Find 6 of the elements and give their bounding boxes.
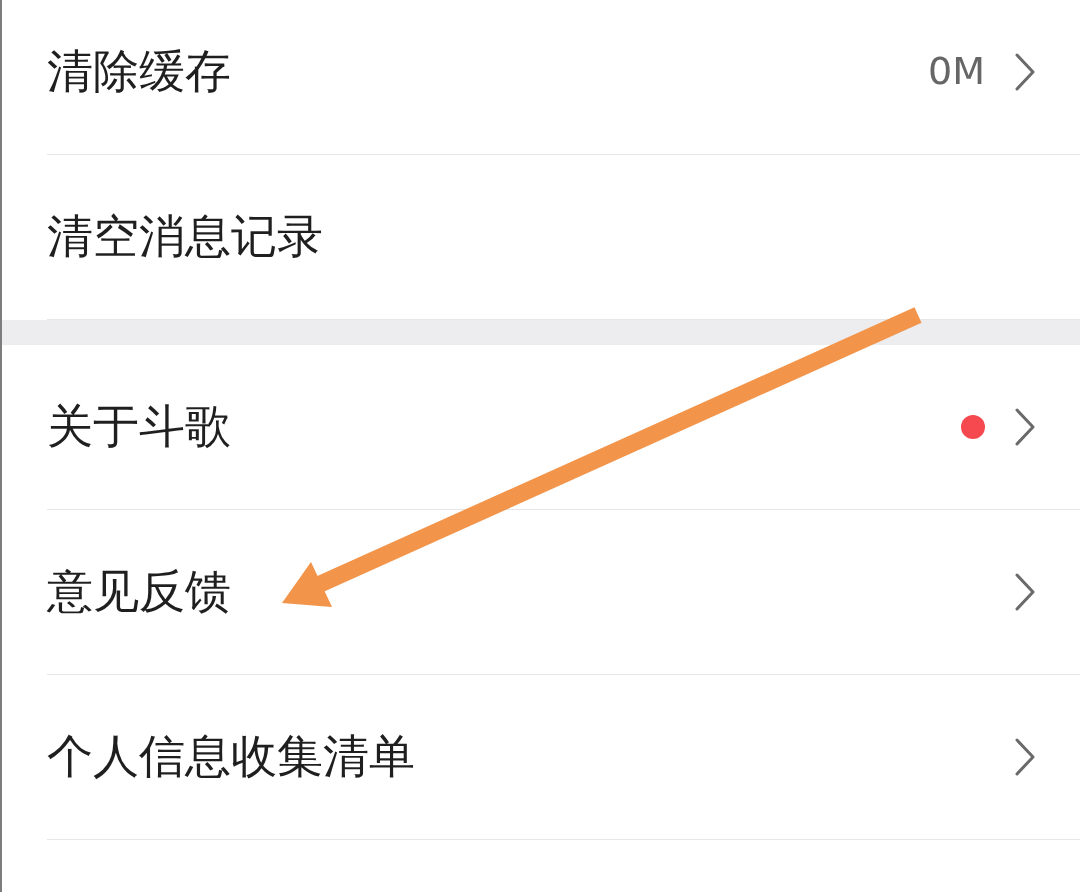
- row-label: 清空消息记录: [47, 209, 323, 265]
- value-text: 0M: [928, 49, 985, 95]
- row-label: 关于斗歌: [47, 399, 231, 455]
- row-label: 个人信息收集清单: [47, 729, 415, 785]
- row-label: 清除缓存: [47, 44, 231, 100]
- row-label: 意见反馈: [47, 564, 231, 620]
